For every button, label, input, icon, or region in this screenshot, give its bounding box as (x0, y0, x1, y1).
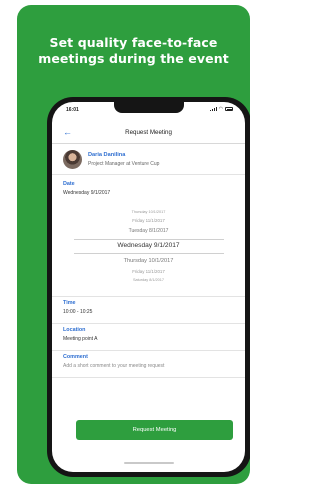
battery-icon (225, 107, 233, 111)
user-name: Daria Danilina (88, 152, 126, 158)
wheel-option[interactable]: Tuesday 8/1/2017 (52, 228, 245, 234)
wheel-selection-top-line (74, 239, 224, 240)
wheel-option[interactable]: Thursday 10/1/2017 (52, 210, 245, 214)
user-role: Project Manager at Venture Cup (88, 161, 160, 167)
status-bar: 16:01 ◠ (52, 102, 245, 118)
signal-icon (209, 107, 217, 111)
comment-field[interactable]: Comment Add a short comment to your meet… (52, 351, 245, 378)
wifi-icon: ◠ (218, 106, 223, 112)
location-value: Meeting point A (63, 336, 98, 342)
status-icons: ◠ (209, 106, 233, 112)
avatar (63, 150, 82, 169)
date-field[interactable]: Date Wednesday 9/1/2017 (52, 178, 245, 205)
wheel-option-selected[interactable]: Wednesday 9/1/2017 (52, 242, 245, 249)
date-value: Wednesday 9/1/2017 (63, 190, 111, 196)
comment-label: Comment (63, 354, 88, 360)
headline-line-1: Set quality face-to-face (49, 35, 218, 50)
wheel-option[interactable]: Friday 11/1/2017 (52, 218, 245, 223)
date-picker-wheel[interactable]: Thursday 10/1/2017 Friday 11/1/2017 Tues… (52, 205, 245, 297)
nav-title: Request Meeting (125, 129, 172, 136)
promo-card: Set quality face-to-face meetings during… (17, 5, 250, 484)
time-value: 10:00 - 10:25 (63, 309, 93, 315)
time-label: Time (63, 300, 76, 306)
comment-input[interactable]: Add a short comment to your meeting requ… (63, 363, 164, 369)
home-indicator (124, 462, 174, 464)
phone-screen: 16:01 ◠ ← Request Meeting Daria Danilina… (52, 102, 245, 472)
user-row[interactable]: Daria Danilina Project Manager at Ventur… (52, 147, 245, 175)
wheel-option[interactable]: Thursday 10/1/2017 (52, 258, 245, 264)
headline-line-2: meetings during the event (38, 51, 229, 66)
wheel-option[interactable]: Friday 11/1/2017 (52, 269, 245, 274)
promo-headline: Set quality face-to-face meetings during… (17, 35, 250, 67)
wheel-option[interactable]: Saturday 8/1/2017 (52, 278, 245, 282)
request-meeting-button[interactable]: Request Meeting (76, 420, 233, 440)
location-field[interactable]: Location Meeting point A (52, 324, 245, 351)
date-label: Date (63, 181, 75, 187)
nav-bar: ← Request Meeting (52, 122, 245, 144)
status-time: 16:01 (66, 107, 79, 113)
location-label: Location (63, 327, 86, 333)
phone-frame: 16:01 ◠ ← Request Meeting Daria Danilina… (47, 97, 250, 477)
time-field[interactable]: Time 10:00 - 10:25 (52, 297, 245, 324)
wheel-selection-bottom-line (74, 253, 224, 254)
